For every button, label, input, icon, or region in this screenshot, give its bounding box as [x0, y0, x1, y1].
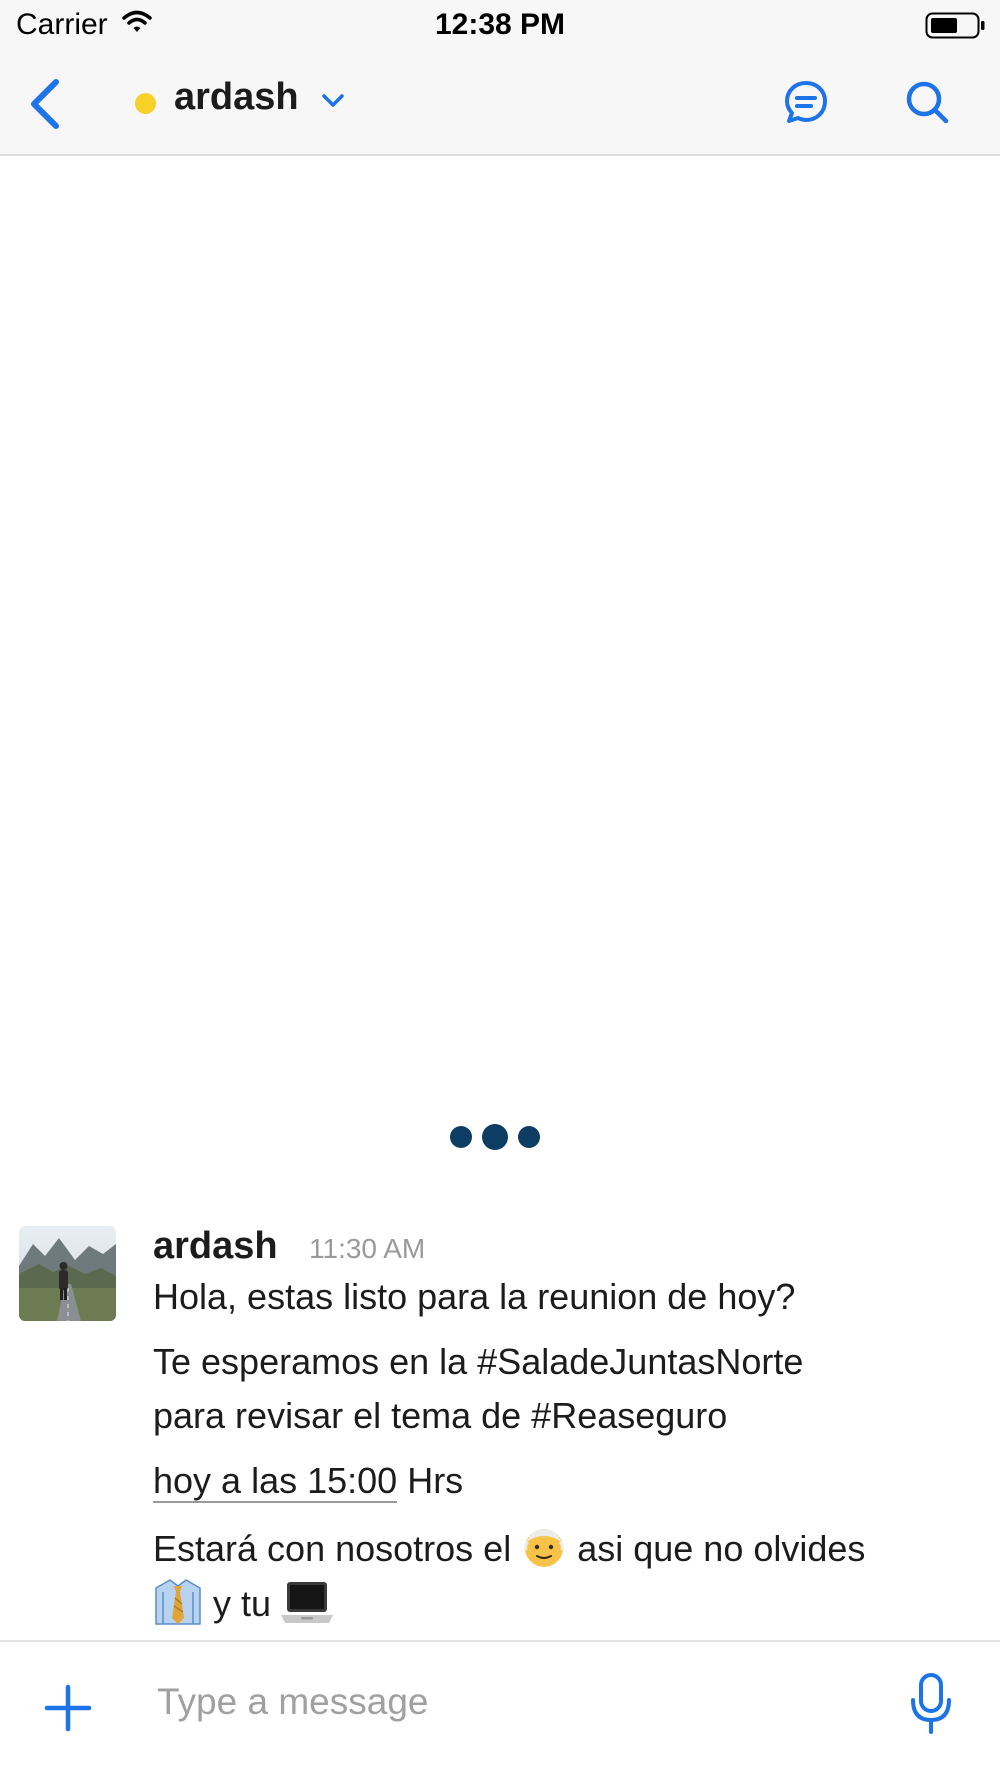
- message-input[interactable]: [157, 1670, 877, 1734]
- search-button[interactable]: [903, 78, 951, 126]
- presence-dot: [135, 93, 156, 114]
- date-link[interactable]: hoy a las 15:00: [153, 1460, 398, 1503]
- message-text: y tu: [203, 1583, 282, 1625]
- message-text: Estará con nosotros el: [153, 1528, 522, 1570]
- typing-dot: [518, 1126, 540, 1148]
- message-line: Te esperamos en la #SaladeJuntasNorte: [153, 1341, 804, 1382]
- typing-indicator: [450, 1124, 540, 1152]
- message-line: y tu: [153, 1578, 334, 1635]
- voice-button[interactable]: [908, 1672, 954, 1736]
- microphone-icon: [911, 1673, 951, 1734]
- message-timestamp: 11:30 AM: [309, 1233, 426, 1264]
- necktie-emoji: [153, 1578, 203, 1635]
- plus-icon: [44, 1684, 92, 1732]
- message-text: asi que no olvides: [567, 1528, 866, 1570]
- laptop-emoji: [281, 1579, 334, 1634]
- message-line: para revisar el tema de #Reaseguro: [153, 1395, 728, 1436]
- add-attachment-button[interactable]: [44, 1684, 92, 1732]
- channel-title[interactable]: ardash: [174, 76, 299, 119]
- older-man-emoji: [521, 1524, 567, 1579]
- message-text: Hrs: [397, 1460, 464, 1501]
- message-line: Hola, estas listo para la reunion de hoy…: [153, 1276, 796, 1317]
- typing-dot: [482, 1124, 508, 1150]
- channel-header: ardash: [0, 52, 1000, 156]
- typing-dot: [450, 1126, 472, 1148]
- clock: 12:38 PM: [434, 8, 566, 41]
- avatar[interactable]: [19, 1226, 116, 1321]
- back-chevron-icon: [31, 79, 59, 129]
- message-line: hoy a las 15:00 Hrs: [153, 1460, 464, 1503]
- status-bar: Carrier 12:38 PM: [0, 0, 1000, 52]
- back-button[interactable]: [24, 76, 72, 132]
- chat-screen: Carrier 12:38 PM ardash ardash 11:30 AM …: [0, 0, 1000, 1778]
- threads-button[interactable]: [782, 78, 830, 126]
- message-author[interactable]: ardash: [153, 1225, 278, 1268]
- message-line: Estará con nosotros el asi que no olvide…: [153, 1524, 865, 1579]
- message-composer: [0, 1640, 1000, 1778]
- chevron-down-icon[interactable]: [320, 92, 346, 115]
- battery-icon: [925, 12, 987, 45]
- threads-icon: [785, 81, 827, 123]
- search-icon: [906, 81, 949, 124]
